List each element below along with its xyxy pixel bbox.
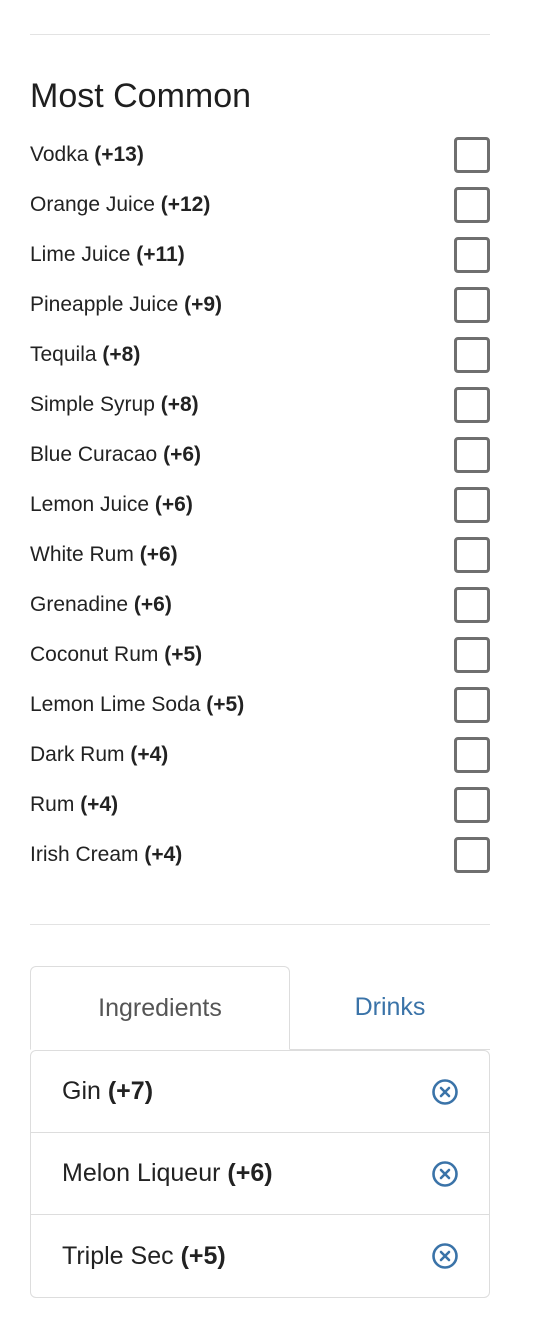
ingredient-label: Rum (+4) [30,780,118,830]
most-common-item: White Rum (+6) [30,530,490,580]
tab-bar: Ingredients Drinks [30,966,490,1050]
selected-ingredient-count: (+5) [180,1241,226,1270]
ingredient-checkbox[interactable] [454,687,490,723]
most-common-item: Irish Cream (+4) [30,830,490,880]
ingredient-checkbox[interactable] [454,287,490,323]
ingredient-name: Rum [30,793,75,816]
tab-ingredients[interactable]: Ingredients [30,966,290,1050]
selected-ingredient-name: Melon Liqueur [62,1159,221,1187]
ingredient-name: Tequila [30,343,97,366]
most-common-item: Simple Syrup (+8) [30,380,490,430]
ingredient-name: Blue Curacao [30,443,158,466]
most-common-item: Coconut Rum (+5) [30,630,490,680]
ingredient-checkbox[interactable] [454,237,490,273]
ingredient-label: Grenadine (+6) [30,580,172,630]
ingredient-count: (+5) [206,693,245,716]
ingredient-name: Orange Juice [30,193,155,216]
divider-middle [30,924,490,925]
most-common-item: Blue Curacao (+6) [30,430,490,480]
selected-ingredients-panel: Gin (+7) Melon Liqueur (+6) Triple Sec (… [30,1050,490,1298]
ingredient-checkbox[interactable] [454,587,490,623]
ingredient-label: Simple Syrup (+8) [30,380,199,430]
ingredient-checkbox[interactable] [454,387,490,423]
ingredient-name: Lemon Lime Soda [30,693,201,716]
ingredient-label: Orange Juice (+12) [30,180,210,230]
selected-ingredient-name: Gin [62,1077,101,1105]
ingredient-label: Pineapple Juice (+9) [30,280,222,330]
ingredient-checkbox[interactable] [454,187,490,223]
ingredient-checkbox[interactable] [454,637,490,673]
ingredient-count: (+11) [136,243,185,266]
ingredient-label: White Rum (+6) [30,530,178,580]
ingredient-checkbox[interactable] [454,437,490,473]
ingredient-label: Vodka (+13) [30,130,144,180]
ingredient-checkbox[interactable] [454,487,490,523]
most-common-item: Tequila (+8) [30,330,490,380]
most-common-item: Lime Juice (+11) [30,230,490,280]
ingredient-label: Coconut Rum (+5) [30,630,202,680]
most-common-item: Orange Juice (+12) [30,180,490,230]
most-common-list: Vodka (+13) Orange Juice (+12) Lime Juic… [30,130,490,880]
ingredient-label: Dark Rum (+4) [30,730,168,780]
ingredient-count: (+6) [133,593,172,616]
selected-ingredient-label: Melon Liqueur (+6) [62,1159,273,1188]
ingredient-count: (+6) [139,543,178,566]
ingredient-name: Lemon Juice [30,493,150,516]
remove-circle-x-icon[interactable] [431,1242,459,1270]
ingredient-count: (+6) [163,443,202,466]
ingredient-checkbox[interactable] [454,537,490,573]
ingredient-name: Simple Syrup [30,393,155,416]
ingredient-count: (+9) [184,293,223,316]
ingredient-name: Coconut Rum [30,643,159,666]
divider-top [30,34,490,35]
ingredient-label: Blue Curacao (+6) [30,430,201,480]
most-common-item: Grenadine (+6) [30,580,490,630]
selected-ingredient-label: Gin (+7) [62,1077,153,1106]
selected-ingredient-count: (+6) [227,1159,273,1187]
most-common-item: Dark Rum (+4) [30,730,490,780]
remove-circle-x-icon[interactable] [431,1078,459,1106]
selected-ingredient-count: (+7) [107,1077,154,1105]
ingredient-name: White Rum [30,543,134,566]
ingredient-checkbox[interactable] [454,837,490,873]
selected-ingredient-name: Triple Sec [62,1241,174,1270]
most-common-item: Lemon Lime Soda (+5) [30,680,490,730]
ingredient-label: Irish Cream (+4) [30,830,182,880]
ingredient-name: Irish Cream [30,843,139,866]
selected-ingredient-label: Triple Sec (+5) [62,1242,226,1271]
ingredient-label: Lemon Lime Soda (+5) [30,680,244,730]
most-common-item: Rum (+4) [30,780,490,830]
ingredient-count: (+8) [102,343,141,366]
ingredient-name: Pineapple Juice [30,293,179,316]
ingredient-count: (+4) [130,743,169,766]
ingredient-checkbox[interactable] [454,137,490,173]
most-common-item: Pineapple Juice (+9) [30,280,490,330]
ingredient-name: Grenadine [30,593,129,616]
most-common-title: Most Common [30,77,252,115]
ingredient-label: Tequila (+8) [30,330,140,380]
selected-ingredient-item: Gin (+7) [31,1051,489,1133]
ingredient-count: (+12) [160,193,211,216]
ingredient-label: Lime Juice (+11) [30,230,185,280]
ingredient-checkbox[interactable] [454,787,490,823]
ingredient-name: Vodka [30,143,89,166]
selected-ingredient-item: Triple Sec (+5) [31,1215,489,1297]
ingredient-count: (+4) [80,793,119,816]
ingredient-count: (+13) [94,143,144,166]
ingredient-count: (+8) [160,393,199,416]
selected-ingredient-item: Melon Liqueur (+6) [31,1133,489,1215]
ingredient-checkbox[interactable] [454,337,490,373]
ingredient-label: Lemon Juice (+6) [30,480,193,530]
ingredient-count: (+5) [164,643,203,666]
ingredient-count: (+4) [144,843,183,866]
ingredient-checkbox[interactable] [454,737,490,773]
most-common-item: Vodka (+13) [30,130,490,180]
most-common-item: Lemon Juice (+6) [30,480,490,530]
remove-circle-x-icon[interactable] [431,1160,459,1188]
ingredient-name: Dark Rum [30,743,125,766]
ingredient-name: Lime Juice [30,243,131,266]
tab-drinks[interactable]: Drinks [290,966,490,1049]
ingredient-count: (+6) [154,493,193,516]
